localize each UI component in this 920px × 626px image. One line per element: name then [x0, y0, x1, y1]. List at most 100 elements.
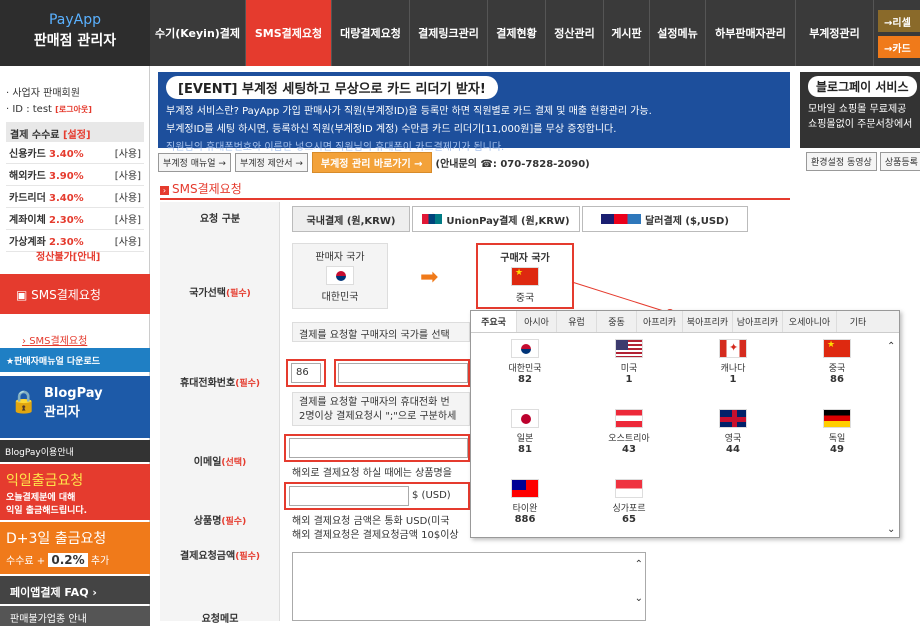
- buyer-country[interactable]: 구매자 국가 중국: [476, 243, 574, 309]
- region-tab-south-africa[interactable]: 남아프리카: [733, 311, 783, 332]
- country-name: 싱가포르: [612, 504, 646, 514]
- label-email-text: 이메일: [193, 457, 222, 468]
- manual-button[interactable]: 부계정 매뉴얼 →: [158, 152, 231, 172]
- phone-help: 결제를 요청할 구매자의 휴대전화 번 2명이상 결제요청시 ";"으로 구분하…: [292, 392, 470, 426]
- tab-unionpay-label: UnionPay결제 (원,KRW): [446, 215, 570, 227]
- nav-sub-account[interactable]: 부계정관리: [796, 0, 874, 66]
- scroll-down-icon[interactable]: ⌄: [635, 593, 643, 604]
- us-flag-icon: [615, 339, 643, 358]
- blogpay-service[interactable]: 블로그페이 서비스 모바일 쇼핑몰 무료제공 쇼핑몰없이 주문서창에서: [800, 72, 920, 148]
- region-tab-middle-east[interactable]: 중동: [597, 311, 637, 332]
- menu-sms-sub[interactable]: › SMS결제요청: [22, 332, 87, 347]
- region-tab-major[interactable]: 주요국: [471, 311, 517, 332]
- section-title: › SMS결제요청: [160, 180, 790, 200]
- buyer-country-name: 중국: [515, 293, 535, 304]
- tab-dollar[interactable]: 달러결제 ($,USD): [582, 206, 748, 232]
- card-button[interactable]: →카드: [878, 36, 920, 58]
- promo2-line: 수수료 + 0.2% 추가: [6, 552, 144, 567]
- region-tab-oceania[interactable]: 오세아니아: [783, 311, 837, 332]
- faq-link[interactable]: 페이앱결제 FAQ ›: [0, 576, 150, 604]
- bullet-icon: ›: [160, 186, 169, 195]
- nav-sms-payment[interactable]: SMS결제요청: [246, 0, 332, 66]
- arrow-right-icon: ➡: [420, 265, 439, 290]
- country-code: 65: [622, 514, 636, 525]
- email-input[interactable]: [289, 438, 468, 458]
- banner-buttons: 부계정 매뉴얼 → 부계정 제안서 → 부계정 관리 바로가기 → (안내문의 …: [158, 151, 790, 173]
- product-register-button[interactable]: 상품등록: [879, 152, 920, 171]
- fee-rate: 2.30%: [49, 237, 84, 248]
- scroll-up-icon[interactable]: ⌃: [887, 341, 895, 352]
- region-tab-africa[interactable]: 아프리카: [637, 311, 683, 332]
- logo-subtitle: 판매점 관리자: [33, 33, 117, 49]
- phone-code-input[interactable]: 86: [291, 363, 321, 383]
- country-option[interactable]: 싱가포르 65: [579, 479, 679, 547]
- proposal-button[interactable]: 부계정 제안서 →: [234, 152, 308, 172]
- country-option[interactable]: 오스트리아 43: [579, 409, 679, 477]
- blog-title: 블로그페이 서비스: [808, 76, 917, 97]
- fee-rate: 3.90%: [49, 171, 84, 182]
- promo-d3[interactable]: D+3일 출금요청 수수료 + 0.2% 추가: [0, 522, 150, 574]
- fee-setting-link[interactable]: [설정]: [63, 130, 91, 141]
- phone-number-input[interactable]: [338, 363, 468, 383]
- nav-payment-status[interactable]: 결제현황: [488, 0, 546, 66]
- region-tab-north-africa[interactable]: 북아프리카: [683, 311, 733, 332]
- country-option[interactable]: 타이완 886: [475, 479, 575, 547]
- country-name: 영국: [724, 434, 742, 444]
- faq-label: 페이앱결제 FAQ: [10, 586, 89, 599]
- restricted-link[interactable]: 판매불가업종 안내: [0, 606, 150, 626]
- email-help: 해외로 결제요청 하실 때에는 상품명을: [292, 468, 452, 479]
- card-brands-icon: [601, 214, 642, 224]
- nav-settlement[interactable]: 정산관리: [546, 0, 604, 66]
- menu-sms-header[interactable]: ▣ SMS결제요청: [0, 274, 150, 314]
- label-memo-text: 요청메모: [201, 614, 239, 625]
- region-tab-asia[interactable]: 아시아: [517, 311, 557, 332]
- country-option[interactable]: 대한민국 82: [475, 339, 575, 407]
- amount-input[interactable]: [289, 486, 409, 506]
- country-name: 대한민국: [508, 364, 542, 374]
- tab-domestic[interactable]: 국내결제 (원,KRW): [292, 206, 410, 232]
- country-code: 82: [518, 374, 532, 385]
- country-option[interactable]: 일본 81: [475, 409, 575, 477]
- country-option[interactable]: 독일 49: [787, 409, 887, 477]
- fee-row: 카드리더 3.40% [사용]: [6, 186, 144, 208]
- fee-tag: [사용]: [114, 193, 141, 204]
- logout-link[interactable]: [로그아웃]: [55, 105, 92, 114]
- menu-sms-title: SMS결제요청: [31, 288, 101, 302]
- country-option[interactable]: 캐나다1: [683, 339, 783, 407]
- blogpay-admin[interactable]: 🔒 BlogPay 관리자: [0, 376, 150, 438]
- country-code: 49: [830, 444, 844, 455]
- nav-board[interactable]: 게시판: [604, 0, 650, 66]
- blogpay-guide[interactable]: BlogPay이용안내: [0, 440, 150, 462]
- phone-help-line1: 결제를 요청할 구매자의 휴대전화 번: [299, 397, 450, 408]
- settle-notice-link[interactable]: 정산불가[안내]: [36, 248, 100, 263]
- tab-unionpay[interactable]: UnionPay결제 (원,KRW): [412, 206, 580, 232]
- country-option[interactable]: 영국 44: [683, 409, 783, 477]
- memo-textarea[interactable]: ⌃ ⌄: [292, 552, 646, 621]
- lock-icon: 🔒: [10, 390, 38, 415]
- popup-scrollbar[interactable]: ⌃ ⌄: [887, 337, 897, 535]
- resell-button[interactable]: →리셀: [878, 10, 920, 32]
- manual-download[interactable]: ★판매자매뉴얼 다운로드: [0, 348, 150, 372]
- country-option[interactable]: 미국 1: [579, 339, 679, 407]
- logo[interactable]: PayApp 판매점 관리자: [0, 0, 150, 66]
- seller-country-label: 판매자 국가: [315, 252, 365, 263]
- buyer-country-label: 구매자 국가: [500, 253, 550, 264]
- promo-next-day[interactable]: 익일출금요청 오늘결제분에 대해 익일 출금해드립니다.: [0, 464, 150, 520]
- label-phone: 휴대전화번호(필수): [160, 374, 280, 389]
- country-code: 1: [729, 374, 737, 385]
- scroll-up-icon[interactable]: ⌃: [635, 559, 643, 570]
- nav-settings[interactable]: 설정메뉴: [650, 0, 706, 66]
- nav-sub-seller[interactable]: 하부판매자관리: [706, 0, 796, 66]
- region-tab-other[interactable]: 기타: [837, 311, 879, 332]
- region-tab-europe[interactable]: 유럽: [557, 311, 597, 332]
- nav-keyin[interactable]: 수기(Keyin)결제: [150, 0, 246, 66]
- fee-tag: [사용]: [114, 237, 141, 248]
- country-picker-popup: 주요국 아시아 유럽 중동 아프리카 북아프리카 남아프리카 오세아니아 기타 …: [470, 310, 900, 538]
- country-option[interactable]: 중국86: [787, 339, 887, 407]
- video-button[interactable]: 환경설정 동영상: [806, 152, 877, 171]
- nav-bulk-payment[interactable]: 대량결제요청: [332, 0, 410, 66]
- sub-account-button[interactable]: 부계정 관리 바로가기 →: [311, 151, 432, 173]
- blog-line2: 쇼핑몰없이 주문서창에서: [808, 119, 913, 130]
- scroll-down-icon[interactable]: ⌄: [887, 524, 895, 535]
- nav-link-management[interactable]: 결제링크관리: [410, 0, 488, 66]
